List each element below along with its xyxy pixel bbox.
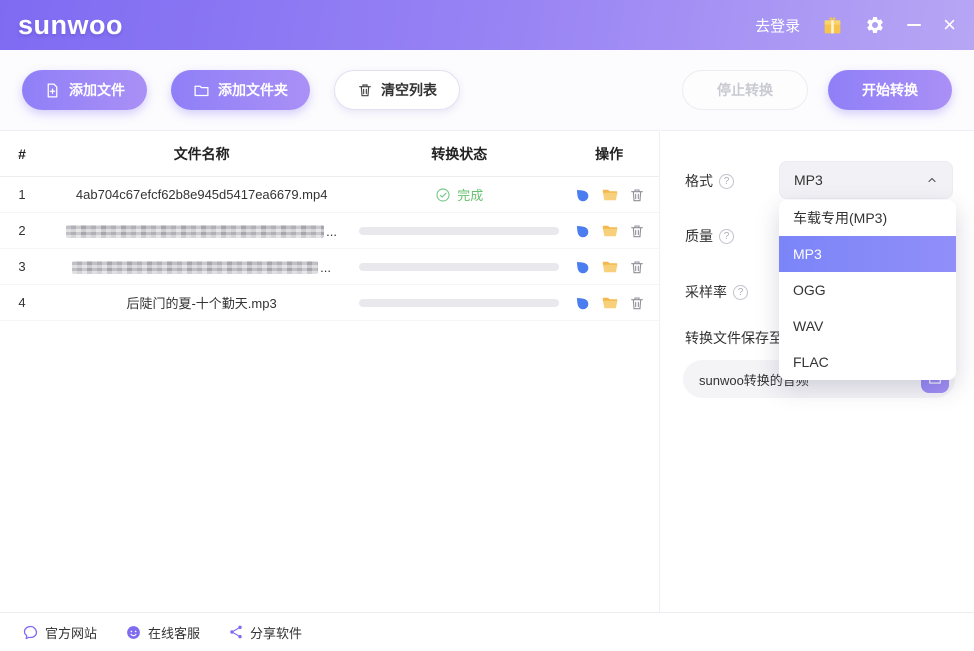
progress-bar bbox=[359, 299, 559, 307]
gift-icon[interactable] bbox=[822, 15, 843, 36]
share-software-label: 分享软件 bbox=[250, 623, 302, 642]
filename-ellipsis: ... bbox=[320, 260, 331, 275]
sample-rate-label: 采样率 bbox=[685, 282, 727, 302]
title-bar-actions: 去登录 × bbox=[755, 14, 956, 36]
add-file-button[interactable]: 添加文件 bbox=[22, 70, 147, 110]
chevron-up-icon bbox=[926, 174, 938, 186]
menu-item-wav[interactable]: WAV bbox=[779, 308, 956, 344]
official-website-label: 官方网站 bbox=[45, 623, 97, 642]
start-convert-button[interactable]: 开始转换 bbox=[828, 70, 952, 110]
progress-bar bbox=[359, 263, 559, 271]
share-icon bbox=[228, 624, 244, 640]
chat-bubble-icon bbox=[22, 624, 39, 641]
help-icon[interactable]: ? bbox=[733, 285, 748, 300]
customer-service-icon bbox=[125, 624, 142, 641]
format-select[interactable]: MP3 bbox=[779, 161, 953, 199]
settings-gear-icon[interactable] bbox=[865, 15, 885, 35]
format-value: MP3 bbox=[794, 172, 823, 188]
help-icon[interactable]: ? bbox=[719, 174, 734, 189]
file-plus-icon bbox=[44, 82, 61, 99]
row-filename: 后陡门的夏-十个勤天.mp3 bbox=[44, 293, 359, 312]
open-folder-icon[interactable] bbox=[601, 258, 619, 276]
edit-icon[interactable] bbox=[573, 222, 591, 240]
add-folder-label: 添加文件夹 bbox=[218, 80, 288, 100]
share-software-link[interactable]: 分享软件 bbox=[228, 623, 302, 642]
convert-controls: 停止转换 开始转换 bbox=[682, 70, 952, 110]
row-filename: 4ab704c67efcf62b8e945d5417ea6679.mp4 bbox=[44, 187, 360, 202]
open-folder-icon[interactable] bbox=[601, 186, 619, 204]
format-label: 格式 bbox=[685, 171, 713, 191]
progress-bar bbox=[359, 227, 559, 235]
app-logo: sunwoo bbox=[18, 10, 123, 41]
online-support-link[interactable]: 在线客服 bbox=[125, 623, 200, 642]
minimize-icon bbox=[907, 24, 921, 26]
redacted-filename-block bbox=[72, 261, 318, 274]
redacted-filename-block bbox=[66, 225, 324, 238]
edit-icon[interactable] bbox=[573, 258, 591, 276]
login-link[interactable]: 去登录 bbox=[755, 15, 800, 36]
status-done: 完成 bbox=[435, 185, 483, 204]
format-dropdown-menu: 车载专用(MP3) MP3 OGG WAV FLAC bbox=[779, 200, 956, 380]
toolbar: 添加文件 添加文件夹 清空列表 停止转换 开始转换 bbox=[0, 50, 974, 130]
delete-icon[interactable] bbox=[629, 187, 645, 203]
table-row: 1 4ab704c67efcf62b8e945d5417ea6679.mp4 完… bbox=[0, 177, 659, 213]
open-folder-icon[interactable] bbox=[601, 222, 619, 240]
file-list: # 文件名称 转换状态 操作 1 4ab704c67efcf62b8e945d5… bbox=[0, 130, 660, 612]
col-operations: 操作 bbox=[559, 144, 659, 164]
row-index: 4 bbox=[0, 295, 44, 310]
table-row: 2 ... bbox=[0, 213, 659, 249]
minimize-button[interactable] bbox=[907, 24, 921, 26]
title-bar: sunwoo 去登录 × bbox=[0, 0, 974, 50]
settings-panel: 格式 ? MP3 质量 ? 采样率 ? 转换文件保存至 sunwoo转换的音频 … bbox=[661, 130, 974, 612]
trash-icon bbox=[357, 82, 373, 98]
close-button[interactable]: × bbox=[943, 14, 956, 36]
official-website-link[interactable]: 官方网站 bbox=[22, 623, 97, 642]
delete-icon[interactable] bbox=[629, 223, 645, 239]
app-window: sunwoo 去登录 × bbox=[0, 0, 974, 651]
table-row: 3 ... bbox=[0, 249, 659, 285]
sample-rate-row: 采样率 ? bbox=[685, 282, 748, 302]
save-location-label: 转换文件保存至 bbox=[685, 328, 783, 348]
check-circle-icon bbox=[435, 187, 451, 203]
table-header: # 文件名称 转换状态 操作 bbox=[0, 131, 659, 177]
folder-plus-icon bbox=[193, 82, 210, 99]
row-index: 3 bbox=[0, 259, 44, 274]
online-support-label: 在线客服 bbox=[148, 623, 200, 642]
delete-icon[interactable] bbox=[629, 295, 645, 311]
filename-ellipsis: ... bbox=[326, 224, 337, 239]
menu-item-mp3-selected[interactable]: MP3 bbox=[779, 236, 956, 272]
edit-icon[interactable] bbox=[573, 294, 591, 312]
row-filename-redacted: ... bbox=[44, 222, 359, 238]
clear-list-button[interactable]: 清空列表 bbox=[334, 70, 460, 110]
quality-label: 质量 bbox=[685, 226, 713, 246]
edit-icon[interactable] bbox=[573, 186, 591, 204]
col-filename: 文件名称 bbox=[44, 144, 360, 164]
row-filename-redacted: ... bbox=[44, 258, 359, 274]
quality-row: 质量 ? bbox=[685, 226, 734, 246]
menu-item-ogg[interactable]: OGG bbox=[779, 272, 956, 308]
format-row: 格式 ? bbox=[685, 171, 734, 191]
menu-item-car-mp3[interactable]: 车载专用(MP3) bbox=[779, 200, 956, 236]
status-done-label: 完成 bbox=[457, 185, 483, 204]
col-index: # bbox=[0, 146, 44, 162]
add-file-label: 添加文件 bbox=[69, 80, 125, 100]
add-folder-button[interactable]: 添加文件夹 bbox=[171, 70, 310, 110]
delete-icon[interactable] bbox=[629, 259, 645, 275]
clear-list-label: 清空列表 bbox=[381, 80, 437, 100]
stop-convert-button[interactable]: 停止转换 bbox=[682, 70, 808, 110]
open-folder-icon[interactable] bbox=[601, 294, 619, 312]
table-row: 4 后陡门的夏-十个勤天.mp3 bbox=[0, 285, 659, 321]
row-index: 2 bbox=[0, 223, 44, 238]
footer-bar: 官方网站 在线客服 分享软件 bbox=[0, 612, 974, 651]
help-icon[interactable]: ? bbox=[719, 229, 734, 244]
col-status: 转换状态 bbox=[359, 144, 559, 164]
row-index: 1 bbox=[0, 187, 44, 202]
menu-item-flac[interactable]: FLAC bbox=[779, 344, 956, 380]
